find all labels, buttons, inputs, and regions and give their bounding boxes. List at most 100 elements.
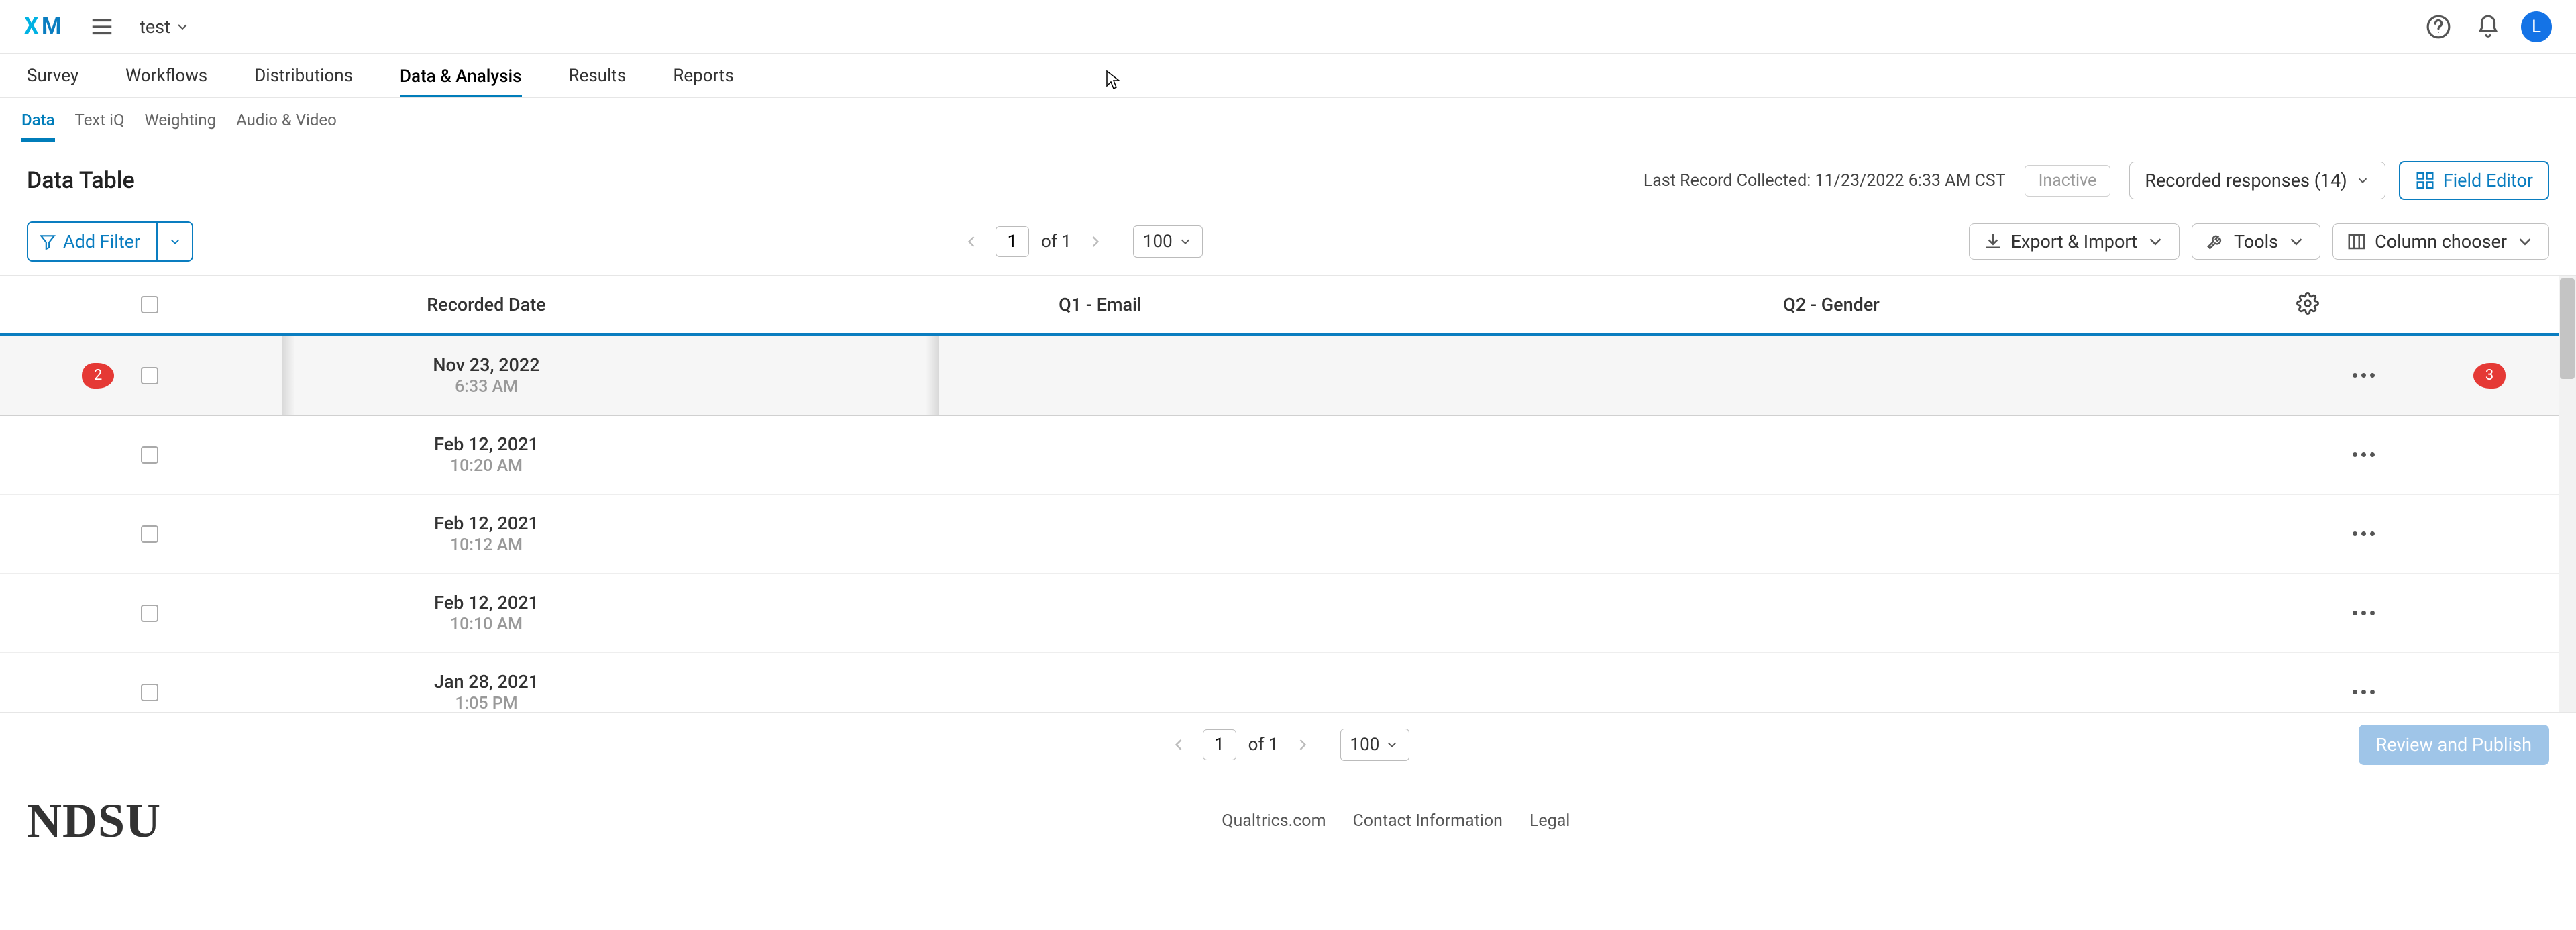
tab-survey[interactable]: Survey: [27, 55, 78, 97]
table-row[interactable]: Nov 23, 2022 6:33 AM 23: [0, 336, 2576, 415]
tab-workflows[interactable]: Workflows: [125, 55, 207, 97]
mouse-cursor: [1106, 70, 1122, 91]
menu-icon[interactable]: [89, 13, 115, 40]
add-filter-group: Add Filter: [27, 221, 193, 262]
chevron-down-icon: [1178, 234, 1193, 249]
tab-data-analysis[interactable]: Data & Analysis: [400, 56, 522, 97]
add-filter-button[interactable]: Add Filter: [27, 221, 158, 262]
subtab-text-iq[interactable]: Text iQ: [75, 111, 125, 142]
footer-link-contact[interactable]: Contact Information: [1353, 811, 1503, 831]
export-import-label: Export & Import: [2011, 231, 2137, 252]
last-record-text: Last Record Collected: 11/23/2022 6:33 A…: [1644, 171, 2006, 191]
user-avatar[interactable]: L: [2521, 11, 2552, 42]
row-checkbox[interactable]: [141, 446, 158, 464]
page-size-top[interactable]: 100: [1133, 225, 1203, 258]
inactive-chip: Inactive: [2025, 165, 2111, 197]
field-editor-button[interactable]: Field Editor: [2399, 161, 2549, 200]
toolbar: Add Filter of 1 100 Export & Import Tool…: [0, 212, 2576, 276]
download-icon: [1983, 231, 2003, 252]
page-header: Data Table Last Record Collected: 11/23/…: [0, 142, 2576, 212]
page-next[interactable]: [1083, 229, 1108, 254]
page-input-bottom[interactable]: [1203, 729, 1236, 760]
chevron-down-icon: [168, 234, 182, 249]
column-header-q1[interactable]: Q1 - Email: [778, 294, 1422, 315]
subtab-data[interactable]: Data: [21, 111, 55, 142]
table-row[interactable]: Feb 12, 2021 10:12 AM: [0, 495, 2576, 574]
column-chooser-label: Column chooser: [2375, 231, 2507, 252]
page-prev[interactable]: [959, 229, 983, 254]
add-filter-caret[interactable]: [158, 221, 193, 262]
sub-tabs: Data Text iQ Weighting Audio & Video: [0, 98, 2576, 142]
chevron-down-icon: [2145, 231, 2165, 252]
page-next-bottom[interactable]: [1291, 733, 1315, 757]
table-row[interactable]: Jan 28, 2021 1:05 PM: [0, 653, 2576, 712]
subtab-audio-video[interactable]: Audio & Video: [236, 111, 337, 142]
row-more-button[interactable]: [2353, 373, 2375, 378]
page-of-top: of 1: [1041, 231, 1071, 252]
footer-link-qualtrics[interactable]: Qualtrics.com: [1222, 811, 1326, 831]
review-publish-button[interactable]: Review and Publish: [2359, 725, 2549, 765]
project-selector[interactable]: test: [140, 16, 191, 38]
annotation-badge-right: 3: [2473, 363, 2506, 389]
row-more-button[interactable]: [2353, 611, 2375, 615]
field-editor-label: Field Editor: [2443, 170, 2533, 191]
row-date: Feb 12, 2021: [434, 433, 539, 455]
help-icon[interactable]: [2422, 10, 2455, 44]
add-filter-label: Add Filter: [63, 231, 140, 252]
filter-icon: [39, 233, 56, 250]
tools-label: Tools: [2234, 231, 2278, 252]
columns-icon: [2347, 231, 2367, 252]
page-size-bottom[interactable]: 100: [1340, 729, 1410, 761]
page-input-top[interactable]: [996, 226, 1029, 257]
page-size-value-top: 100: [1143, 231, 1173, 252]
column-settings-button[interactable]: [2296, 292, 2319, 317]
row-checkbox[interactable]: [141, 525, 158, 543]
tab-distributions[interactable]: Distributions: [254, 55, 353, 97]
row-time: 6:33 AM: [455, 377, 518, 397]
tab-reports[interactable]: Reports: [673, 55, 734, 97]
table-row[interactable]: Feb 12, 2021 10:20 AM: [0, 415, 2576, 495]
scroll-thumb[interactable]: [2560, 278, 2575, 379]
row-time: 1:05 PM: [455, 694, 517, 712]
ndsu-logo: NDSU: [27, 793, 161, 849]
chevron-down-icon: [2286, 231, 2306, 252]
row-date: Jan 28, 2021: [434, 671, 539, 692]
column-header-q2[interactable]: Q2 - Gender: [1422, 294, 2241, 315]
row-time: 10:10 AM: [450, 615, 523, 634]
grid-icon: [2415, 170, 2435, 191]
bottom-bar: of 1 100 Review and Publish: [0, 712, 2576, 777]
row-more-button[interactable]: [2353, 531, 2375, 536]
gear-icon: [2296, 292, 2319, 315]
select-all-checkbox[interactable]: [141, 296, 158, 313]
chevron-down-icon: [2355, 173, 2370, 188]
page-prev-bottom[interactable]: [1167, 733, 1191, 757]
tools-button[interactable]: Tools: [2192, 223, 2320, 260]
subtab-weighting[interactable]: Weighting: [145, 111, 217, 142]
row-more-button[interactable]: [2353, 452, 2375, 457]
footer-link-legal[interactable]: Legal: [1529, 811, 1570, 831]
row-checkbox[interactable]: [141, 605, 158, 622]
tab-results[interactable]: Results: [569, 55, 627, 97]
pager-top: of 1 100: [959, 225, 1203, 258]
chevron-down-icon: [2515, 231, 2535, 252]
footer-links: Qualtrics.com Contact Information Legal: [1222, 811, 1570, 831]
export-import-button[interactable]: Export & Import: [1969, 223, 2180, 260]
project-name: test: [140, 16, 170, 38]
column-header-date[interactable]: Recorded Date: [195, 294, 778, 315]
row-checkbox[interactable]: [141, 367, 158, 384]
row-time: 10:12 AM: [450, 535, 523, 555]
row-date: Nov 23, 2022: [433, 354, 539, 376]
footer: NDSU Qualtrics.com Contact Information L…: [0, 777, 2576, 865]
row-checkbox[interactable]: [141, 684, 158, 701]
chevron-down-icon: [1385, 737, 1399, 752]
vertical-scrollbar[interactable]: [2559, 276, 2576, 712]
responses-dropdown[interactable]: Recorded responses (14): [2129, 162, 2385, 199]
row-more-button[interactable]: [2353, 690, 2375, 694]
xm-logo[interactable]: XM: [24, 13, 66, 40]
toolbar-right: Export & Import Tools Column chooser: [1969, 223, 2549, 260]
avatar-initial: L: [2532, 17, 2541, 37]
table-row[interactable]: Feb 12, 2021 10:10 AM: [0, 574, 2576, 653]
bell-icon[interactable]: [2471, 10, 2505, 44]
top-bar: XM test L: [0, 0, 2576, 54]
column-chooser-button[interactable]: Column chooser: [2332, 223, 2549, 260]
